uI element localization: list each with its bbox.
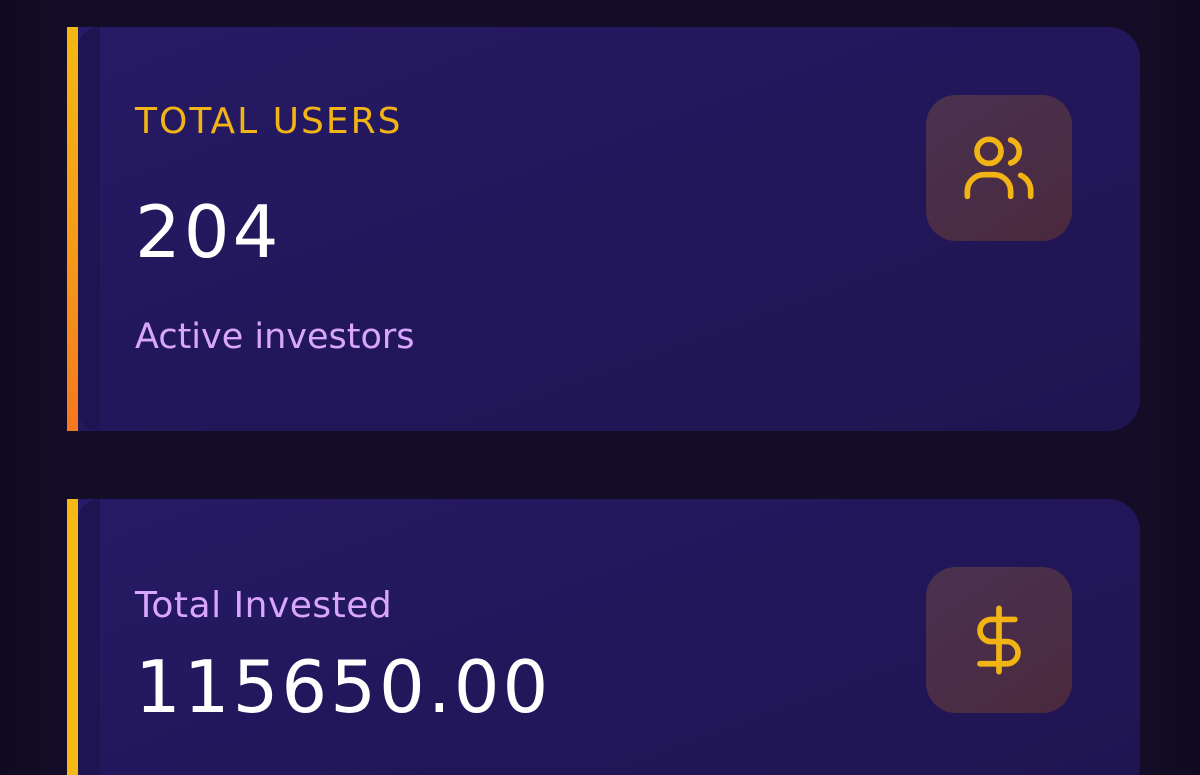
total-invested-value: 115650.00	[135, 645, 552, 729]
card-accent-bar	[67, 499, 78, 775]
total-invested-title: Total Invested	[135, 585, 393, 626]
total-users-subtitle: Active investors	[135, 317, 415, 357]
users-icon	[964, 136, 1034, 200]
total-users-card[interactable]: TOTAL USERS 204 Active investors	[67, 27, 1140, 431]
total-users-title: TOTAL USERS	[135, 101, 403, 142]
total-invested-card[interactable]: Total Invested 115650.00	[67, 499, 1140, 775]
card-accent-bar	[67, 27, 78, 431]
dollar-icon-box	[926, 567, 1072, 713]
users-icon-box	[926, 95, 1072, 241]
dashboard-screen: TOTAL USERS 204 Active investors Total I…	[0, 0, 1200, 775]
total-users-value: 204	[135, 190, 282, 274]
dollar-icon	[977, 605, 1021, 675]
